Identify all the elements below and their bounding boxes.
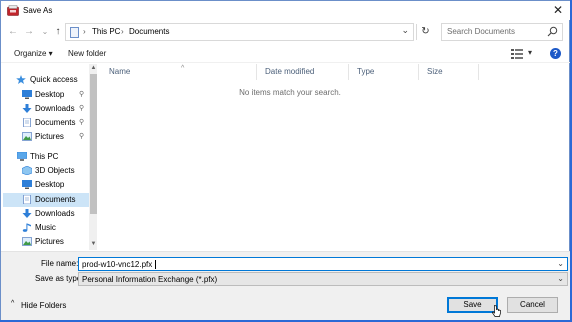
nav-item-label: Pictures bbox=[35, 132, 64, 141]
breadcrumb-documents[interactable]: Documents bbox=[129, 27, 169, 36]
hide-folders-button[interactable]: Hide Folders bbox=[21, 301, 66, 310]
sort-caret-icon: ^ bbox=[181, 65, 185, 72]
up-button[interactable]: ↑ bbox=[52, 25, 64, 39]
nav-item-music[interactable]: Music bbox=[3, 221, 89, 235]
desktop-icon bbox=[22, 180, 32, 189]
search-input[interactable]: Search Documents bbox=[441, 23, 563, 41]
new-folder-button[interactable]: New folder bbox=[68, 49, 106, 58]
pin-icon: ⚲ bbox=[79, 91, 85, 98]
nav-item-quick-access[interactable]: Quick access bbox=[3, 73, 89, 87]
empty-folder-message: No items match your search. bbox=[239, 88, 341, 97]
nav-item-pictures[interactable]: Pictures bbox=[3, 235, 89, 249]
breadcrumb-separator: › bbox=[83, 27, 86, 36]
save-form: File name: prod-w10-vnc12.pfx ⌄ Save as … bbox=[1, 252, 571, 290]
back-button[interactable]: ← bbox=[7, 25, 19, 39]
nav-item-label: Music bbox=[35, 223, 56, 232]
file-list-pane: Name ^ Date modified Type Size No items … bbox=[101, 64, 569, 250]
column-size-label: Size bbox=[427, 67, 443, 76]
nav-item-label: 3D Objects bbox=[35, 166, 75, 175]
command-toolbar: Organize ▾ New folder ▾ ? bbox=[1, 44, 571, 63]
pin-icon: ⚲ bbox=[79, 105, 85, 112]
column-header-type[interactable]: Type bbox=[349, 64, 419, 80]
nav-item-3d-objects[interactable]: 3D Objects bbox=[3, 164, 89, 178]
download-icon bbox=[22, 209, 32, 218]
pictures-icon bbox=[22, 132, 32, 141]
star-icon bbox=[16, 75, 26, 84]
column-header-date-modified[interactable]: Date modified bbox=[257, 64, 349, 80]
help-icon[interactable]: ? bbox=[550, 48, 561, 59]
nav-item-label: Pictures bbox=[35, 237, 64, 246]
column-header-size[interactable]: Size bbox=[419, 64, 479, 80]
search-placeholder: Search Documents bbox=[447, 27, 516, 36]
documents-icon bbox=[23, 118, 31, 127]
save-as-type-label: Save as type: bbox=[35, 274, 84, 283]
cube-icon bbox=[22, 166, 32, 175]
file-name-label: File name: bbox=[41, 259, 79, 268]
documents-location-icon bbox=[70, 27, 79, 38]
column-date-label: Date modified bbox=[265, 67, 315, 76]
documents-icon bbox=[23, 195, 31, 204]
collapse-caret-icon[interactable]: ^ bbox=[11, 300, 14, 307]
nav-item-label: This PC bbox=[30, 152, 59, 161]
nav-item-label: Downloads bbox=[35, 104, 75, 113]
address-row: ← → ⌄ ↑ › This PC › Documents ⌄ ↻ Search… bbox=[1, 20, 571, 44]
save-as-type-value: Personal Information Exchange (*.pfx) bbox=[82, 275, 218, 284]
nav-item-downloads[interactable]: Downloads bbox=[3, 207, 89, 221]
save-as-type-select[interactable]: Personal Information Exchange (*.pfx) ⌄ bbox=[78, 272, 568, 286]
recent-locations-button[interactable]: ⌄ bbox=[39, 25, 51, 39]
scroll-down-icon[interactable]: ▼ bbox=[90, 241, 97, 247]
nav-item-pictures-pinned[interactable]: Pictures ⚲ bbox=[3, 130, 89, 144]
save-as-type-dropdown-icon[interactable]: ⌄ bbox=[557, 274, 564, 283]
mouse-cursor-icon bbox=[492, 305, 501, 317]
refresh-button[interactable]: ↻ bbox=[416, 24, 434, 40]
pictures-icon bbox=[22, 237, 32, 246]
breadcrumb-separator: › bbox=[121, 27, 124, 36]
organize-menu-button[interactable]: Organize ▾ bbox=[14, 49, 53, 58]
nav-item-label: Desktop bbox=[35, 180, 65, 189]
dialog-footer: ^ Hide Folders Save Cancel bbox=[1, 290, 571, 321]
column-name-label: Name bbox=[109, 67, 131, 76]
nav-item-documents-pinned[interactable]: Documents ⚲ bbox=[3, 116, 89, 130]
address-dropdown-icon[interactable]: ⌄ bbox=[401, 25, 409, 36]
save-as-dialog: Save As ✕ ← → ⌄ ↑ › This PC › Documents … bbox=[0, 0, 571, 321]
view-dropdown-icon[interactable]: ▾ bbox=[528, 48, 532, 57]
scrollbar-thumb[interactable] bbox=[90, 74, 97, 214]
nav-item-this-pc[interactable]: This PC bbox=[3, 150, 89, 164]
nav-pane-scrollbar[interactable]: ▲ ▼ bbox=[89, 64, 97, 250]
cancel-button[interactable]: Cancel bbox=[507, 297, 558, 313]
navigation-pane: Quick access Desktop ⚲ Downloads ⚲ Docum… bbox=[3, 64, 97, 250]
pin-icon: ⚲ bbox=[79, 133, 85, 140]
view-options-icon[interactable] bbox=[511, 49, 523, 59]
music-icon bbox=[22, 223, 31, 232]
nav-item-label: Desktop bbox=[35, 90, 65, 99]
nav-item-desktop[interactable]: Desktop bbox=[3, 178, 89, 192]
nav-item-downloads-pinned[interactable]: Downloads ⚲ bbox=[3, 102, 89, 116]
column-header-name[interactable]: Name ^ bbox=[101, 64, 257, 80]
scroll-up-icon[interactable]: ▲ bbox=[90, 65, 97, 71]
save-button[interactable]: Save bbox=[447, 297, 498, 313]
nav-item-desktop-pinned[interactable]: Desktop ⚲ bbox=[3, 88, 89, 102]
window-title: Save As bbox=[23, 6, 53, 15]
file-name-dropdown-icon[interactable]: ⌄ bbox=[557, 259, 564, 268]
app-icon bbox=[7, 5, 19, 16]
forward-button[interactable]: → bbox=[23, 25, 35, 39]
nav-item-label: Documents bbox=[35, 195, 76, 204]
text-caret bbox=[155, 260, 156, 269]
nav-item-label: Quick access bbox=[30, 75, 78, 84]
title-bar: Save As ✕ bbox=[1, 1, 571, 20]
breadcrumb-this-pc[interactable]: This PC bbox=[92, 27, 120, 36]
search-icon bbox=[547, 26, 558, 37]
column-type-label: Type bbox=[357, 67, 375, 76]
download-icon bbox=[22, 104, 32, 113]
address-bar[interactable]: › This PC › Documents ⌄ bbox=[65, 23, 414, 41]
pin-icon: ⚲ bbox=[79, 119, 85, 126]
desktop-icon bbox=[22, 90, 32, 99]
file-name-input[interactable]: prod-w10-vnc12.pfx ⌄ bbox=[78, 257, 568, 271]
nav-item-label: Documents bbox=[35, 118, 76, 127]
close-button[interactable]: ✕ bbox=[551, 3, 565, 17]
file-name-value: prod-w10-vnc12.pfx bbox=[82, 260, 153, 269]
nav-item-label: Downloads bbox=[35, 209, 75, 218]
nav-item-documents[interactable]: Documents bbox=[3, 193, 89, 207]
computer-icon bbox=[17, 152, 27, 161]
